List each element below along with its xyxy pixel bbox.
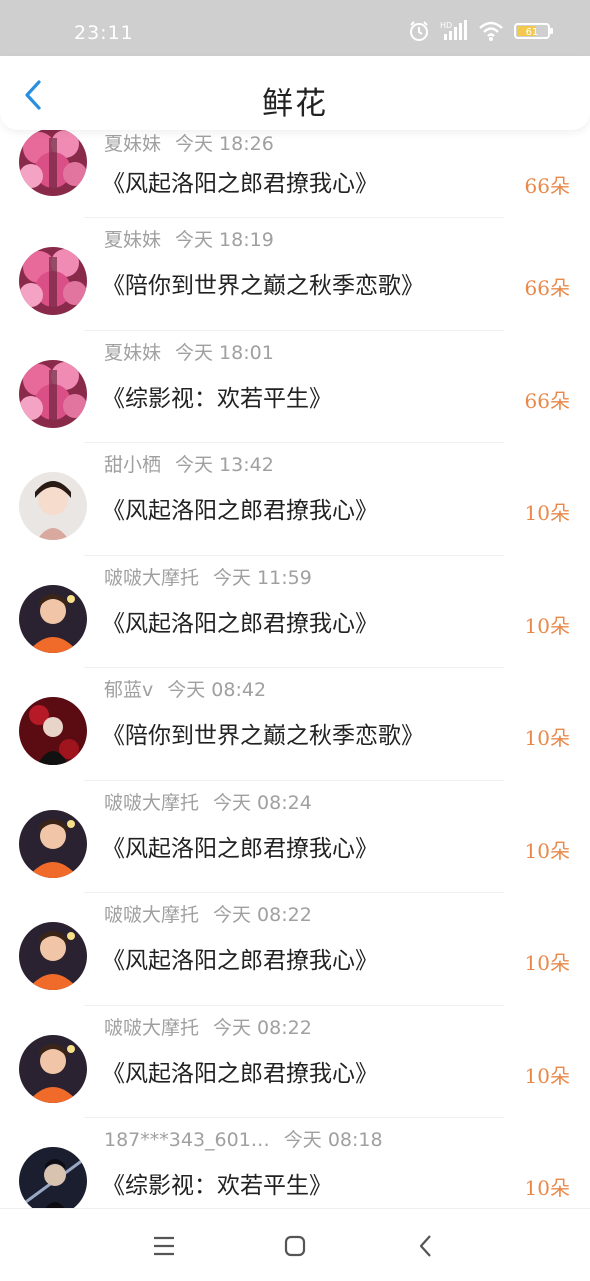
system-back-button[interactable]	[411, 1233, 441, 1259]
avatar[interactable]	[19, 584, 87, 653]
flower-count: 66朵	[524, 174, 570, 198]
flower-count: 10朵	[524, 838, 570, 863]
flower-count: 10朵	[524, 501, 570, 525]
book-title[interactable]: 《综影视：欢若平生》	[102, 379, 332, 413]
flower-record-row[interactable]: 甜小栖 今天 13:42 《风起洛阳之郎君撩我心》 10朵	[0, 443, 590, 556]
header: 鲜花	[0, 56, 590, 130]
avatar[interactable]	[19, 809, 87, 878]
flower-count: 10朵	[524, 613, 570, 638]
send-time: 今天 08:24	[213, 791, 312, 814]
book-title[interactable]: 《陪你到世界之巅之秋季恋歌》	[102, 716, 424, 750]
flower-record-row[interactable]: 啵啵大摩托 今天 08:24 《风起洛阳之郎君撩我心》 10朵	[0, 781, 590, 893]
send-time: 今天 18:01	[175, 341, 274, 364]
send-time: 今天 18:19	[175, 229, 274, 251]
flower-record-row[interactable]: 啵啵大摩托 今天 08:22 《风起洛阳之郎君撩我心》 10朵	[0, 1006, 590, 1118]
book-title[interactable]: 《风起洛阳之郎君撩我心》	[102, 829, 378, 863]
flower-record-list[interactable]: 夏妹妹 今天 18:26 《风起洛阳之郎君撩我心》 66朵 夏妹妹 今天 18:19 《陪你…	[0, 130, 590, 1208]
send-time: 今天 08:22	[213, 904, 312, 926]
sender-name[interactable]: 甜小栖	[104, 454, 161, 476]
status-icons: HD 61	[408, 18, 554, 44]
hd-signal-icon: HD	[440, 20, 467, 40]
sender-name[interactable]: 啵啵大摩托	[104, 1017, 199, 1039]
wifi-icon	[479, 21, 503, 41]
home-button[interactable]	[280, 1233, 310, 1259]
send-time: 今天 08:22	[213, 1016, 312, 1039]
avatar[interactable]	[19, 359, 87, 428]
system-nav-bar	[0, 1208, 590, 1281]
menu-button[interactable]	[149, 1233, 179, 1259]
send-time: 今天 11:59	[213, 566, 312, 589]
menu-icon	[154, 1236, 174, 1256]
flower-count: 10朵	[524, 1176, 570, 1200]
sender-name[interactable]: 啵啵大摩托	[104, 567, 199, 589]
sender-line: 啵啵大摩托 今天 08:24	[104, 788, 312, 815]
avatar[interactable]	[19, 922, 87, 990]
flower-record-row[interactable]: 187***343_601… 今天 08:18 《综影视：欢若平生》 10朵	[0, 1118, 590, 1208]
sender-line: 夏妹妹 今天 18:01	[104, 338, 274, 365]
sender-line: 郁蓝v 今天 08:42	[104, 675, 266, 702]
page-title: 鲜花	[262, 86, 328, 122]
book-title[interactable]: 《风起洛阳之郎君撩我心》	[102, 164, 378, 198]
flower-record-row[interactable]: 夏妹妹 今天 18:01 《综影视：欢若平生》 66朵	[0, 331, 590, 443]
flower-count: 66朵	[524, 276, 570, 300]
flower-count: 10朵	[524, 951, 570, 975]
home-square-icon	[284, 1235, 306, 1257]
flower-count: 66朵	[524, 388, 570, 413]
flower-record-row[interactable]: 夏妹妹 今天 18:19 《陪你到世界之巅之秋季恋歌》 66朵	[0, 218, 590, 331]
sender-line: 啵啵大摩托 今天 08:22	[104, 1013, 312, 1040]
book-title[interactable]: 《陪你到世界之巅之秋季恋歌》	[102, 266, 424, 300]
sender-line: 甜小栖 今天 13:42	[104, 450, 274, 477]
sender-line: 夏妹妹 今天 18:19	[104, 225, 274, 252]
avatar[interactable]	[19, 1147, 87, 1208]
send-time: 今天 08:18	[283, 1129, 383, 1151]
back-triangle-icon	[419, 1235, 431, 1257]
avatar[interactable]	[19, 1034, 87, 1103]
sender-line: 187***343_601… 今天 08:18	[104, 1125, 383, 1152]
sender-name[interactable]: 啵啵大摩托	[104, 904, 199, 926]
sender-name[interactable]: 187***343_601…	[104, 1129, 270, 1151]
book-title[interactable]: 《风起洛阳之郎君撩我心》	[102, 604, 378, 638]
status-bar: 23:11 HD 61	[0, 0, 590, 56]
flower-record-row[interactable]: 夏妹妹 今天 18:26 《风起洛阳之郎君撩我心》 66朵	[0, 130, 590, 218]
flower-record-row[interactable]: 啵啵大摩托 今天 08:22 《风起洛阳之郎君撩我心》 10朵	[0, 893, 590, 1006]
battery-level: 61	[526, 27, 539, 38]
avatar[interactable]	[19, 472, 87, 540]
send-time: 今天 08:42	[167, 679, 267, 701]
sender-name[interactable]: 夏妹妹	[104, 133, 161, 155]
flower-record-row[interactable]: 啵啵大摩托 今天 11:59 《风起洛阳之郎君撩我心》 10朵	[0, 556, 590, 668]
avatar[interactable]	[19, 247, 87, 315]
book-title[interactable]: 《综影视：欢若平生》	[102, 1166, 332, 1200]
book-title[interactable]: 《风起洛阳之郎君撩我心》	[102, 941, 378, 975]
avatar[interactable]	[19, 130, 87, 196]
book-title[interactable]: 《风起洛阳之郎君撩我心》	[102, 1054, 378, 1088]
send-time: 今天 13:42	[175, 454, 274, 476]
svg-text:HD: HD	[440, 21, 452, 30]
sender-line: 啵啵大摩托 今天 08:22	[104, 900, 312, 927]
sender-line: 夏妹妹 今天 18:26	[104, 130, 274, 156]
book-title[interactable]: 《风起洛阳之郎君撩我心》	[102, 491, 378, 525]
sender-name[interactable]: 郁蓝v	[104, 679, 153, 701]
avatar[interactable]	[19, 697, 87, 765]
alarm-icon	[410, 21, 428, 41]
battery-icon: 61	[514, 23, 553, 39]
flower-record-row[interactable]: 郁蓝v 今天 08:42 《陪你到世界之巅之秋季恋歌》 10朵	[0, 668, 590, 781]
sender-name[interactable]: 啵啵大摩托	[104, 792, 199, 814]
sender-name[interactable]: 夏妹妹	[104, 342, 161, 364]
sender-name[interactable]: 夏妹妹	[104, 229, 161, 251]
sender-line: 啵啵大摩托 今天 11:59	[104, 563, 312, 590]
flower-count: 10朵	[524, 726, 570, 750]
status-time: 23:11	[74, 22, 134, 44]
flower-count: 10朵	[524, 1063, 570, 1088]
send-time: 今天 18:26	[175, 133, 274, 155]
